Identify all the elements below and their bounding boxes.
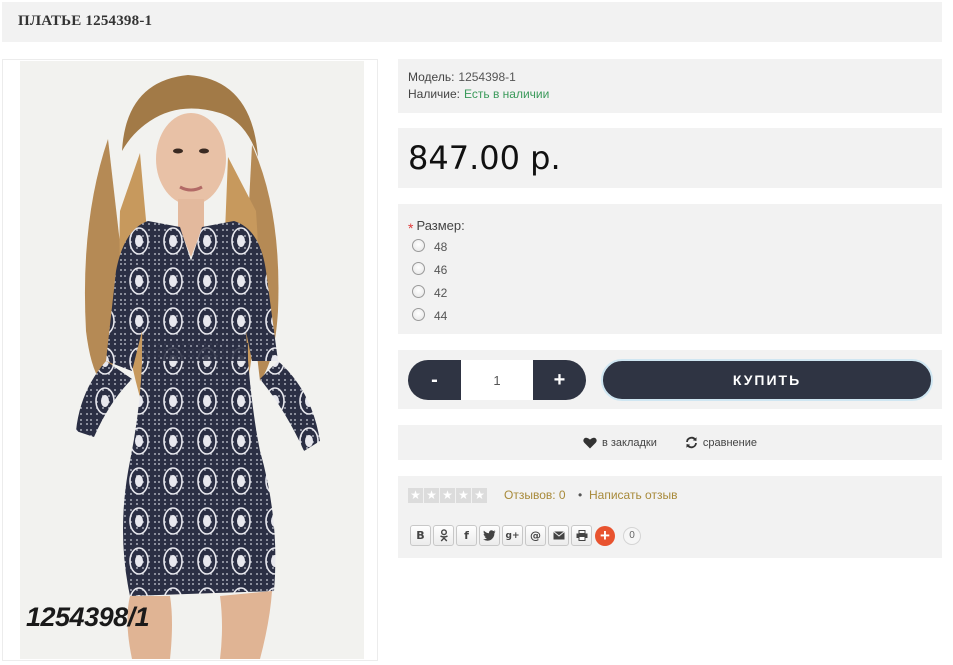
size-label-text: Размер:: [416, 218, 465, 233]
required-mark: *: [408, 220, 414, 236]
star-icon: ★: [440, 488, 455, 503]
quantity-increase-button[interactable]: +: [533, 360, 586, 400]
model-value: 1254398-1: [458, 70, 516, 84]
size-option[interactable]: 44: [412, 306, 447, 323]
quantity-decrease-button[interactable]: -: [408, 360, 461, 400]
email-at-share-button[interactable]: @: [525, 525, 546, 546]
star-icon: ★: [456, 488, 471, 503]
image-caption: 1254398/1: [26, 602, 150, 632]
compare-label[interactable]: сравнение: [703, 437, 757, 449]
quantity-input[interactable]: [461, 360, 533, 400]
size-radio[interactable]: [412, 261, 425, 275]
stock-row: Наличие: Есть в наличии: [408, 87, 549, 101]
ok-icon: [439, 529, 448, 542]
price-panel: 847.00 р.: [398, 128, 942, 188]
stock-status: Есть в наличии: [464, 87, 550, 101]
cart-panel: - + КУПИТЬ: [398, 350, 942, 409]
page-header: ПЛАТЬЕ 1254398-1: [2, 2, 942, 42]
product-actions-panel: в закладки сравнение: [398, 425, 942, 460]
size-option-label[interactable]: 42: [434, 286, 447, 300]
print-share-button[interactable]: [571, 525, 592, 546]
add-to-compare-link[interactable]: сравнение: [685, 436, 757, 449]
vk-share-button[interactable]: В: [410, 525, 431, 546]
quantity-stepper[interactable]: - +: [408, 360, 586, 400]
size-option-label[interactable]: 48: [434, 240, 447, 254]
size-radio[interactable]: [412, 238, 425, 252]
mail-icon: [552, 531, 565, 540]
heart-icon: [583, 437, 597, 448]
mail-share-button[interactable]: [548, 525, 569, 546]
product-price: 847.00 р.: [408, 139, 561, 177]
share-counter: 0: [623, 526, 641, 545]
separator-dot: •: [578, 488, 583, 502]
size-option-label[interactable]: 46: [434, 263, 447, 277]
buy-button[interactable]: КУПИТЬ: [601, 359, 933, 401]
size-option[interactable]: 48: [412, 237, 447, 254]
size-option[interactable]: 46: [412, 260, 447, 277]
star-icon: ★: [424, 488, 439, 503]
write-review-link[interactable]: Написать отзыв: [589, 488, 677, 502]
share-buttons: В f g+ @ + 0: [410, 525, 641, 546]
print-icon: [576, 530, 587, 541]
bookmark-label[interactable]: в закладки: [602, 437, 657, 449]
add-to-bookmarks-link[interactable]: в закладки: [583, 437, 657, 449]
twitter-share-button[interactable]: [479, 525, 500, 546]
ok-share-button[interactable]: [433, 525, 454, 546]
refresh-icon: [686, 436, 697, 449]
size-label: * Размер:: [408, 217, 465, 236]
model-label: Модель:: [408, 70, 455, 84]
dress-model-image: [20, 61, 364, 659]
star-icon: ★: [472, 488, 487, 503]
stock-label: Наличие:: [408, 87, 461, 101]
twitter-icon: [483, 530, 496, 541]
product-image-frame[interactable]: 1254398/1: [2, 59, 378, 661]
size-options-panel: * Размер: 48 46 42 44: [398, 204, 942, 334]
facebook-share-button[interactable]: f: [456, 525, 477, 546]
size-option[interactable]: 42: [412, 283, 447, 300]
size-radio[interactable]: [412, 307, 425, 321]
reviews-count-link[interactable]: Отзывов: 0: [504, 488, 566, 502]
size-option-label[interactable]: 44: [434, 309, 447, 323]
star-icon: ★: [408, 488, 423, 503]
size-radio[interactable]: [412, 284, 425, 298]
googleplus-share-button[interactable]: g+: [502, 525, 523, 546]
reviews-panel: ★ ★ ★ ★ ★ Отзывов: 0 • Написать отзыв В …: [398, 476, 942, 558]
product-info-panel: Модель: 1254398-1 Наличие: Есть в наличии: [398, 59, 942, 113]
model-row: Модель: 1254398-1: [408, 70, 516, 84]
page-title: ПЛАТЬЕ 1254398-1: [18, 13, 153, 29]
rating-stars: ★ ★ ★ ★ ★: [408, 488, 487, 503]
product-photo[interactable]: 1254398/1: [20, 61, 364, 659]
more-share-button[interactable]: +: [595, 525, 615, 546]
